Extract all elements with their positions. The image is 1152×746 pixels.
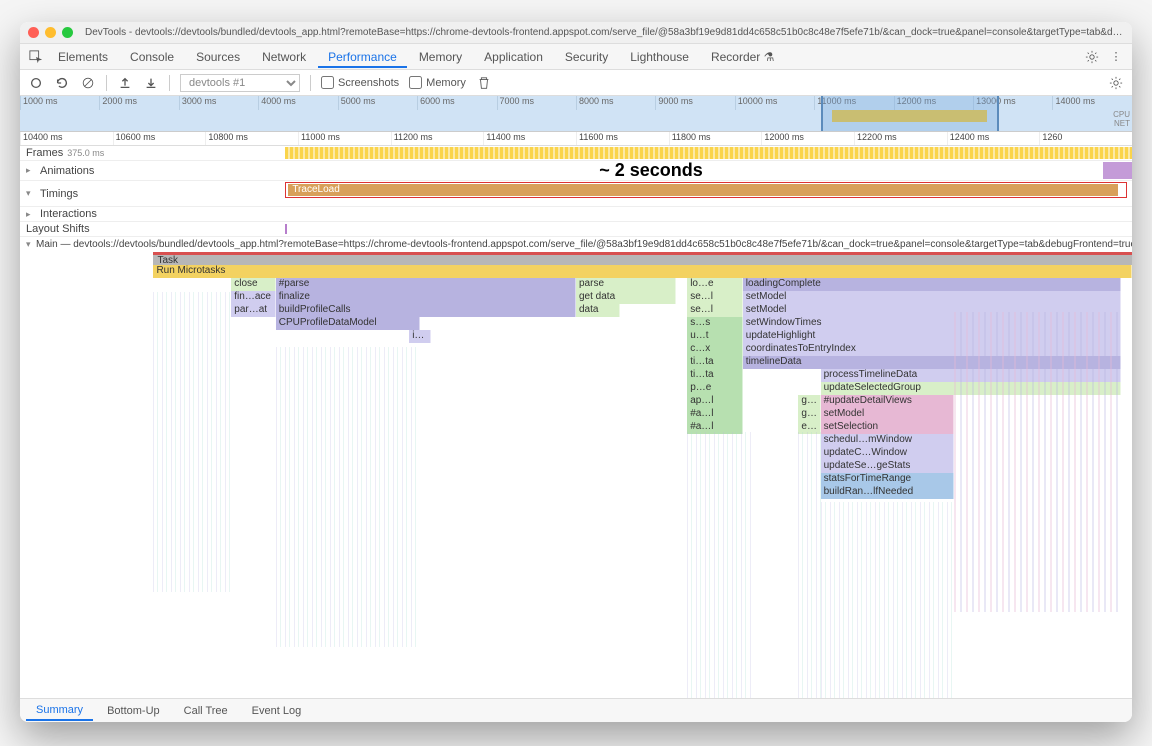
profile-select[interactable]: devtools #1 bbox=[180, 74, 300, 92]
tab-application[interactable]: Application bbox=[474, 46, 553, 68]
devtools-tabs: Elements Console Sources Network Perform… bbox=[20, 44, 1132, 70]
duration-annotation: ~ 2 seconds bbox=[599, 160, 703, 181]
tab-network[interactable]: Network bbox=[252, 46, 316, 68]
tab-elements[interactable]: Elements bbox=[48, 46, 118, 68]
interactions-row[interactable]: ▸Interactions bbox=[20, 207, 1132, 222]
animations-row[interactable]: ▸Animations ~ 2 seconds bbox=[20, 161, 1132, 181]
overview-minimap[interactable]: 1000 ms2000 ms3000 ms4000 ms5000 ms6000 … bbox=[20, 96, 1132, 132]
maximize-window-button[interactable] bbox=[62, 27, 73, 38]
perf-toolbar: devtools #1 Screenshots Memory bbox=[20, 70, 1132, 96]
btab-eventlog[interactable]: Event Log bbox=[242, 702, 312, 720]
window-titlebar: DevTools - devtools://devtools/bundled/d… bbox=[20, 22, 1132, 44]
main-thread-label[interactable]: ▾Main — devtools://devtools/bundled/devt… bbox=[20, 237, 1132, 252]
layout-shifts-row[interactable]: Layout Shifts bbox=[20, 222, 1132, 237]
overview-selection[interactable] bbox=[821, 96, 999, 131]
more-icon[interactable]: ⋮ bbox=[1106, 47, 1126, 67]
flame-chart[interactable]: Task Run Microtasks close #parse parse l… bbox=[20, 252, 1132, 698]
tab-performance[interactable]: Performance bbox=[318, 46, 407, 68]
screenshots-checkbox[interactable]: Screenshots bbox=[321, 76, 399, 89]
frames-bar bbox=[285, 147, 1132, 159]
download-icon[interactable] bbox=[143, 75, 159, 91]
record-icon[interactable] bbox=[28, 75, 44, 91]
trace-load-bar[interactable]: TraceLoad bbox=[288, 184, 1117, 196]
tab-security[interactable]: Security bbox=[555, 46, 618, 68]
reload-icon[interactable] bbox=[54, 75, 70, 91]
memory-checkbox[interactable]: Memory bbox=[409, 76, 466, 89]
close-window-button[interactable] bbox=[28, 27, 39, 38]
tab-sources[interactable]: Sources bbox=[186, 46, 250, 68]
window-title: DevTools - devtools://devtools/bundled/d… bbox=[85, 27, 1124, 38]
minimize-window-button[interactable] bbox=[45, 27, 56, 38]
perf-settings-icon[interactable] bbox=[1108, 75, 1124, 91]
trash-icon[interactable] bbox=[476, 75, 492, 91]
btab-calltree[interactable]: Call Tree bbox=[174, 702, 238, 720]
flame-task[interactable]: Task bbox=[153, 252, 1132, 265]
tab-memory[interactable]: Memory bbox=[409, 46, 472, 68]
flame-microtasks[interactable]: Run Microtasks bbox=[153, 265, 1132, 278]
upload-icon[interactable] bbox=[117, 75, 133, 91]
detail-tabs: Summary Bottom-Up Call Tree Event Log bbox=[20, 698, 1132, 722]
tab-console[interactable]: Console bbox=[120, 46, 184, 68]
btab-summary[interactable]: Summary bbox=[26, 701, 93, 721]
timings-row[interactable]: ▾Timings TraceLoad bbox=[20, 181, 1132, 207]
tab-recorder[interactable]: Recorder ⚗ bbox=[701, 46, 784, 68]
inspect-icon[interactable] bbox=[26, 47, 46, 67]
frames-row[interactable]: Frames 375.0 ms bbox=[20, 146, 1132, 161]
clear-icon[interactable] bbox=[80, 75, 96, 91]
btab-bottomup[interactable]: Bottom-Up bbox=[97, 702, 170, 720]
tab-lighthouse[interactable]: Lighthouse bbox=[620, 46, 699, 68]
detail-ruler: 10400 ms10600 ms10800 ms11000 ms11200 ms… bbox=[20, 132, 1132, 146]
settings-icon[interactable] bbox=[1082, 47, 1102, 67]
